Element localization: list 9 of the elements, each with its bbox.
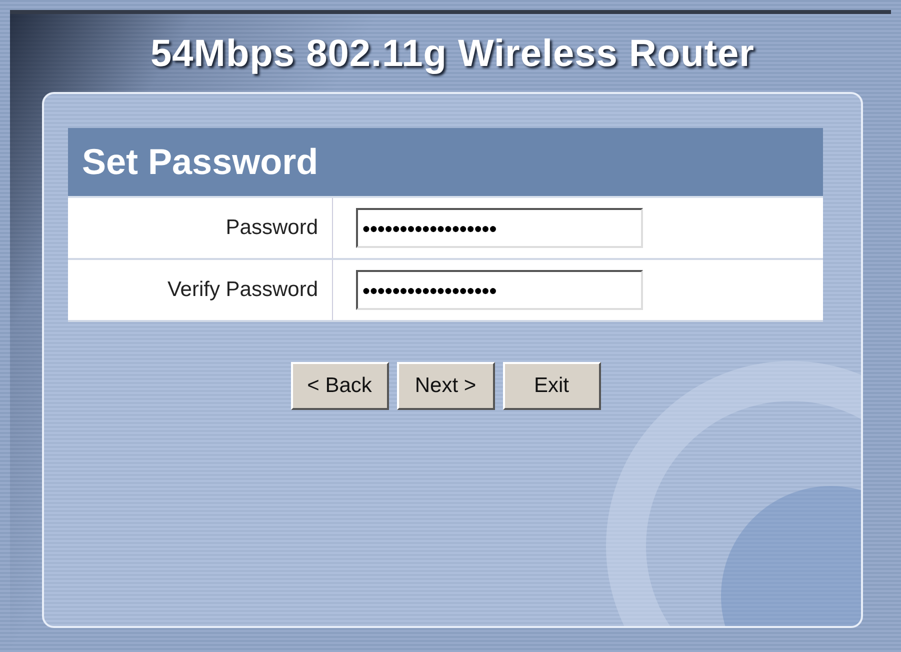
wizard-button[interactable]: < Back [290, 362, 388, 410]
window-title: 54Mbps 802.11g Wireless Router [150, 32, 756, 77]
field-label: Password [68, 198, 333, 258]
password-field[interactable]: ●●●●●●●●●●●●●●●●●● [356, 270, 643, 310]
form-heading: Set Password [68, 128, 823, 198]
wizard-button[interactable]: Next > [396, 362, 494, 410]
field-label: Verify Password [68, 260, 333, 320]
password-field[interactable]: ●●●●●●●●●●●●●●●●●● [356, 208, 643, 248]
wizard-button[interactable]: Exit [502, 362, 600, 410]
